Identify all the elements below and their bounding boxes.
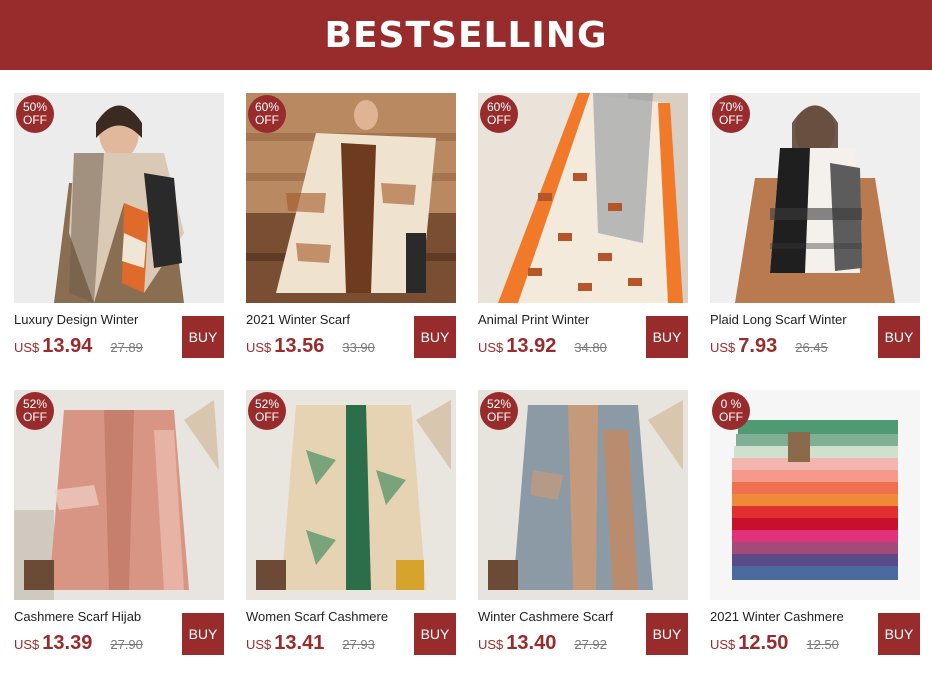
discount-off-label: OFF (487, 410, 511, 424)
discount-badge: 60% OFF (248, 95, 286, 133)
product-title[interactable]: 2021 Winter Scarf (246, 312, 410, 329)
product-title[interactable]: Cashmere Scarf Hijab (14, 609, 178, 626)
banner-title: BESTSELLING (324, 14, 608, 56)
title-overflow (14, 626, 114, 630)
buy-button[interactable]: BUY (878, 613, 920, 655)
discount-badge: 52% OFF (248, 392, 286, 430)
sale-price: 13.92 (506, 335, 557, 357)
discount-off-label: OFF (719, 410, 743, 424)
title-overflow (710, 329, 810, 333)
discount-off-label: OFF (23, 113, 47, 127)
product-title[interactable]: 2021 Winter Cashmere (710, 609, 874, 626)
discount-off-label: OFF (255, 113, 279, 127)
product-card[interactable]: 52% OFF Cashmere Scarf Hijab US$ 13.39 2… (14, 390, 226, 660)
product-card[interactable]: 0 % OFF 2021 Winter Cashmere US$ 12.50 1… (710, 390, 922, 660)
buy-button[interactable]: BUY (646, 613, 688, 655)
discount-badge: 0 % OFF (712, 392, 750, 430)
original-price: 27.89 (110, 340, 143, 355)
title-overflow (710, 626, 810, 630)
price-row: US$ 13.56 33.90 (246, 335, 375, 361)
currency-label: US$ (246, 340, 272, 355)
price-row: US$ 13.40 27.92 (478, 632, 607, 658)
sale-price: 12.50 (738, 632, 789, 654)
original-price: 26.45 (795, 340, 828, 355)
sale-price: 7.93 (738, 335, 778, 357)
sale-price: 13.40 (506, 632, 557, 654)
price-row: US$ 13.92 34.80 (478, 335, 607, 361)
bestselling-banner: BESTSELLING (0, 0, 932, 70)
discount-off-label: OFF (255, 410, 279, 424)
original-price: 33.90 (342, 340, 375, 355)
title-overflow (246, 626, 346, 630)
buy-button[interactable]: BUY (182, 613, 224, 655)
discount-badge: 70% OFF (712, 95, 750, 133)
currency-label: US$ (710, 637, 736, 652)
price-row: US$ 12.50 12.50 (710, 632, 839, 658)
discount-off-label: OFF (487, 113, 511, 127)
product-image-green-floral-scarf[interactable]: 52% OFF (246, 390, 456, 600)
price-row: US$ 7.93 26.45 (710, 335, 828, 361)
buy-button[interactable]: BUY (414, 613, 456, 655)
price-row: US$ 13.39 27.90 (14, 632, 143, 658)
discount-badge: 50% OFF (16, 95, 54, 133)
price-row: US$ 13.94 27.89 (14, 335, 143, 361)
original-price: 34.80 (574, 340, 607, 355)
original-price: 12.50 (806, 637, 839, 652)
sale-price: 13.94 (42, 335, 93, 357)
currency-label: US$ (478, 340, 504, 355)
buy-button[interactable]: BUY (878, 316, 920, 358)
original-price: 27.92 (574, 637, 607, 652)
product-card[interactable]: 52% OFF Women Scarf Cashmere US$ 13.41 2… (246, 390, 458, 660)
discount-badge: 52% OFF (16, 392, 54, 430)
sale-price: 13.39 (42, 632, 93, 654)
price-row: US$ 13.41 27.93 (246, 632, 375, 658)
discount-badge: 52% OFF (480, 392, 518, 430)
product-image-plaid-scarf[interactable]: 70% OFF (710, 93, 920, 303)
product-image-blue-cashmere-scarf[interactable]: 52% OFF (478, 390, 688, 600)
product-image-houndstooth-scarf[interactable]: 50% OFF (14, 93, 224, 303)
sale-price: 13.41 (274, 632, 325, 654)
currency-label: US$ (14, 340, 40, 355)
product-card[interactable]: 60% OFF Animal Print Winter US$ 13.92 34… (478, 93, 690, 363)
product-title[interactable]: Winter Cashmere Scarf (478, 609, 642, 626)
product-title[interactable]: Animal Print Winter (478, 312, 642, 329)
title-overflow (478, 329, 578, 333)
buy-button[interactable]: BUY (414, 316, 456, 358)
original-price: 27.93 (342, 637, 375, 652)
buy-button[interactable]: BUY (182, 316, 224, 358)
discount-badge: 60% OFF (480, 95, 518, 133)
product-title[interactable]: Women Scarf Cashmere (246, 609, 410, 626)
currency-label: US$ (14, 637, 40, 652)
product-card[interactable]: 52% OFF Winter Cashmere Scarf US$ 13.40 … (478, 390, 690, 660)
product-card[interactable]: 60% OFF 2021 Winter Scarf US$ 13.56 33.9… (246, 93, 458, 363)
title-overflow (246, 329, 346, 333)
currency-label: US$ (478, 637, 504, 652)
title-overflow (14, 329, 114, 333)
product-image-stacked-scarves[interactable]: 0 % OFF (710, 390, 920, 600)
currency-label: US$ (710, 340, 736, 355)
product-image-animal-print-scarf[interactable]: 60% OFF (478, 93, 688, 303)
buy-button[interactable]: BUY (646, 316, 688, 358)
product-title[interactable]: Luxury Design Winter (14, 312, 178, 329)
sale-price: 13.56 (274, 335, 325, 357)
product-card[interactable]: 50% OFF Luxury Design Winter US$ 13.94 2… (14, 93, 226, 363)
discount-off-label: OFF (23, 410, 47, 424)
original-price: 27.90 (110, 637, 143, 652)
title-overflow (478, 626, 578, 630)
discount-off-label: OFF (719, 113, 743, 127)
product-image-horse-print-scarf[interactable]: 60% OFF (246, 93, 456, 303)
product-title[interactable]: Plaid Long Scarf Winter (710, 312, 874, 329)
currency-label: US$ (246, 637, 272, 652)
product-image-pink-cashmere-scarf[interactable]: 52% OFF (14, 390, 224, 600)
product-card[interactable]: 70% OFF Plaid Long Scarf Winter US$ 7.93… (710, 93, 922, 363)
